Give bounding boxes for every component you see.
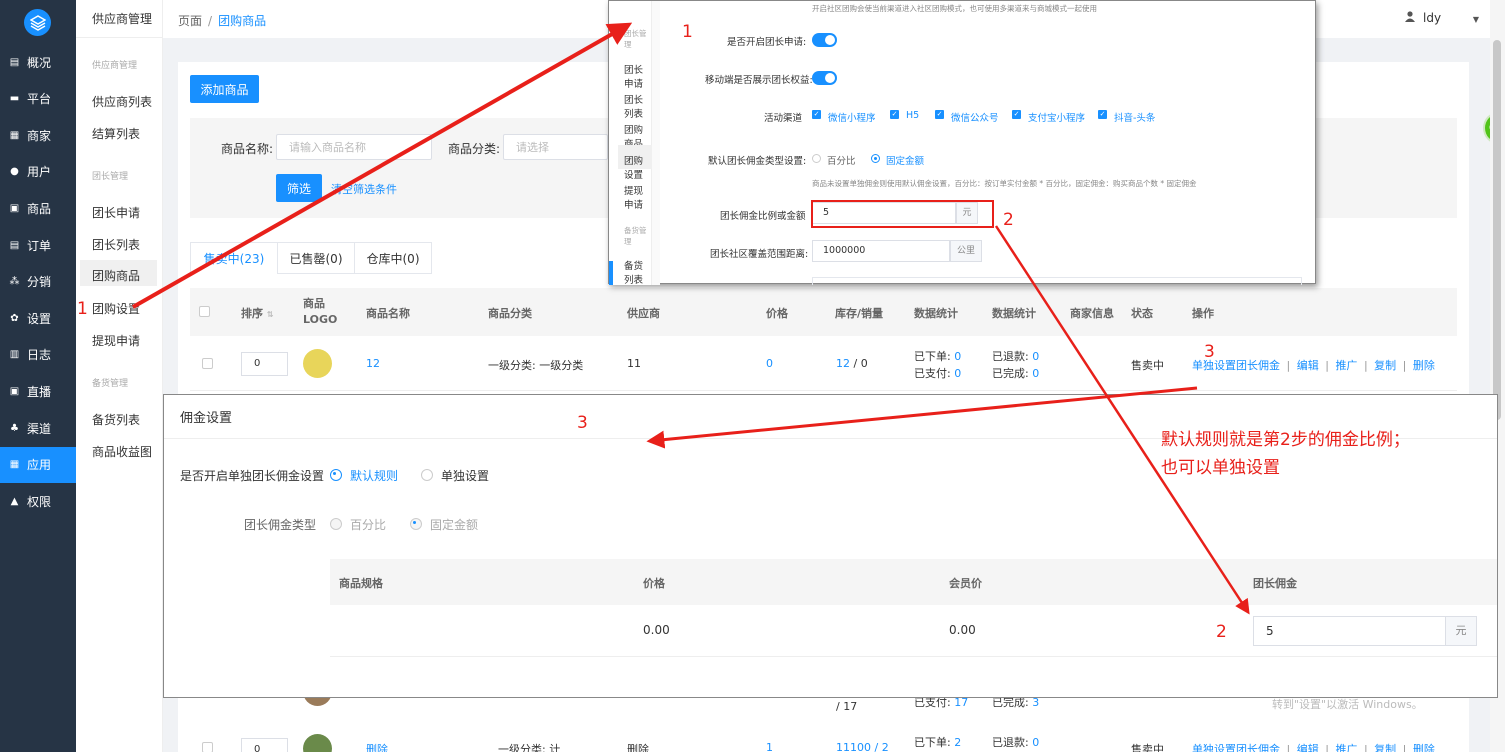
annotation-number-3: 3 xyxy=(1204,342,1215,362)
annotation-number-3b: 3 xyxy=(577,413,588,433)
annotation-arrow-2 xyxy=(994,225,1250,615)
annotation-number-2b: 2 xyxy=(1216,622,1227,642)
annotation-number-1: 1 xyxy=(682,22,693,42)
annotation-number-1b: 1 xyxy=(77,299,88,319)
annotation-arrows xyxy=(132,22,1250,615)
annotation-arrow-3 xyxy=(646,386,1198,449)
annotation-number-2: 2 xyxy=(1003,210,1014,230)
annotation-arrow-1 xyxy=(132,22,633,309)
annotation-note: 默认规则就是第2步的佣金比例；也可以单独设置 xyxy=(1161,430,1410,478)
